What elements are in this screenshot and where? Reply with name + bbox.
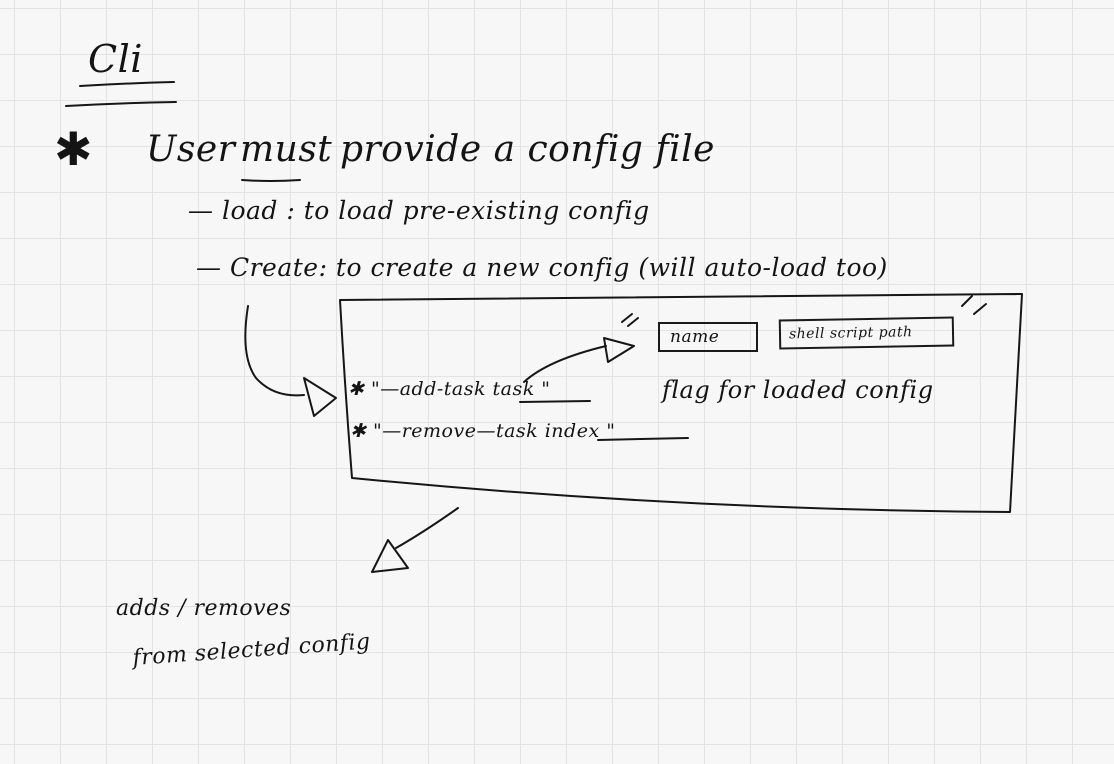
effect-note-line-1: adds / removes: [116, 596, 292, 621]
load-command-note: — load : to load pre-existing config: [188, 196, 650, 225]
create-command-note: — Create: to create a new config (will a…: [196, 253, 888, 282]
quote-mark-corner: [961, 295, 987, 315]
asterisk-icon: ✱: [54, 122, 94, 176]
task-to-fields-arrow: [523, 345, 607, 383]
title-underline-bottom: [65, 101, 177, 107]
requirement-prefix: User: [146, 129, 236, 170]
task-path-field-box: shell script path: [778, 316, 955, 350]
requirement-suffix: provide a config file: [340, 129, 715, 170]
task-name-field-box: name: [658, 322, 758, 352]
create-to-flags-arrow: [244, 305, 305, 397]
quote-mark-top: [621, 313, 639, 327]
cli-title: Cli: [88, 37, 143, 81]
task-underline: [519, 400, 591, 403]
remove-task-flag: ✱ "—remove—task index ": [350, 420, 616, 442]
add-task-flag: ✱ "—add-task task ": [348, 378, 551, 400]
box-to-effect-arrow: [395, 507, 459, 549]
loaded-config-flag-note: flag for loaded config: [662, 376, 934, 404]
title-underline-top: [79, 81, 175, 87]
fields-arrow-head: [603, 337, 635, 363]
create-arrow-head: [303, 377, 337, 417]
must-underline: [241, 179, 301, 182]
whiteboard-canvas: Cli ✱ User must provide a config file — …: [0, 0, 1114, 764]
requirement-emphasis: must: [240, 129, 333, 170]
